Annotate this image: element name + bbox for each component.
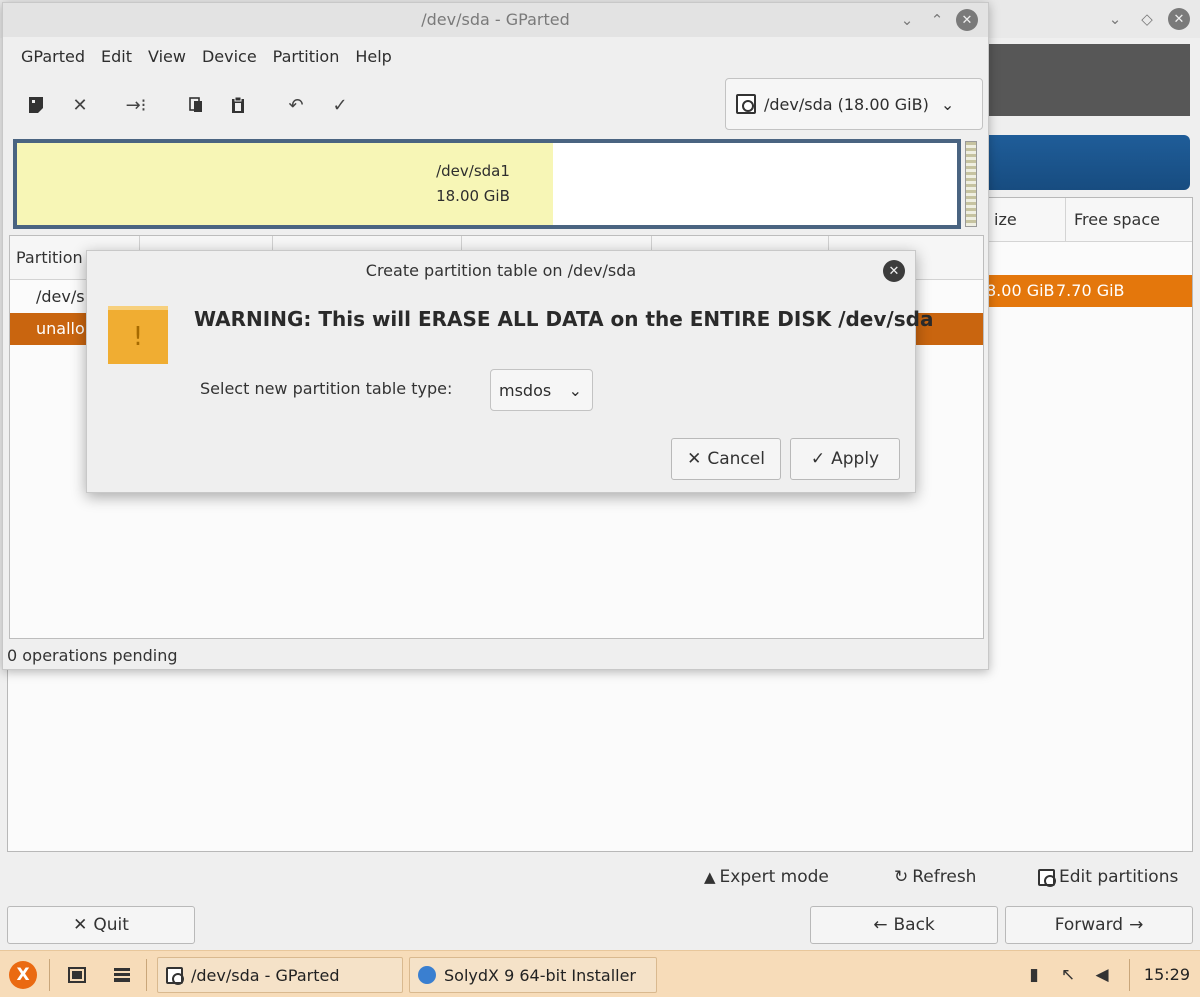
task-label: /dev/sda - GParted — [191, 965, 340, 985]
refresh-label: Refresh — [912, 867, 977, 887]
dialog-title: Create partition table on /dev/sda — [365, 261, 637, 280]
start-menu-icon[interactable]: X — [9, 961, 37, 989]
copy-icon[interactable] — [181, 91, 211, 119]
maximize-icon[interactable]: ◇ — [1136, 8, 1158, 30]
dialog-titlebar: Create partition table on /dev/sda ✕ — [87, 251, 915, 291]
cancel-label: Cancel — [707, 449, 765, 469]
clock[interactable]: 15:29 — [1144, 951, 1190, 997]
device-selector[interactable]: /dev/sda (18.00 GiB) ⌄ — [725, 78, 983, 130]
forward-button[interactable]: Forward → — [1005, 906, 1193, 944]
table-type-value: msdos — [499, 380, 552, 400]
back-label: Back — [893, 915, 935, 935]
edit-partitions-button[interactable]: Edit partitions — [1038, 862, 1178, 892]
installer-banner — [985, 44, 1190, 116]
solydx-icon — [418, 966, 436, 984]
warning-message: WARNING: This will ERASE ALL DATA on the… — [194, 307, 934, 331]
task-label: SolydX 9 64-bit Installer — [444, 965, 637, 985]
refresh-icon: ↻ — [894, 867, 909, 887]
new-partition-icon[interactable] — [21, 91, 51, 119]
close-icon[interactable]: ✕ — [883, 260, 905, 282]
menu-view[interactable]: View — [140, 37, 194, 77]
disk-icon — [1038, 868, 1056, 887]
menu-help[interactable]: Help — [347, 37, 399, 77]
installer-footer-links: ▲ Expert mode ↻ Refresh Edit partitions — [0, 862, 1200, 892]
apply-label: Apply — [831, 449, 880, 469]
row-free-space: 7.70 GiB — [1056, 281, 1125, 300]
disk-map-scroll-handle[interactable] — [965, 141, 977, 227]
gparted-titlebar: /dev/sda - GParted ⌄ ⌃ ✕ — [3, 3, 988, 37]
apply-button[interactable]: ✓ Apply — [790, 438, 900, 480]
arrow-left-icon: ← — [873, 915, 888, 935]
taskbar-separator — [146, 959, 147, 991]
taskbar: X /dev/sda - GParted SolydX 9 64-bit Ins… — [0, 950, 1200, 997]
close-icon[interactable]: ✕ — [956, 9, 978, 31]
quit-label: Quit — [93, 915, 129, 935]
delete-icon[interactable]: ✕ — [65, 91, 95, 119]
row-partition: unallo — [36, 319, 85, 338]
menu-edit[interactable]: Edit — [93, 37, 140, 77]
menu-bar: GParted Edit View Device Partition Help — [3, 37, 988, 77]
disk-map[interactable]: /dev/sda1 18.00 GiB — [13, 139, 961, 229]
menu-device[interactable]: Device — [194, 37, 265, 77]
paste-icon[interactable] — [223, 91, 253, 119]
installer-window-controls: ⌄ ◇ ✕ — [1104, 8, 1190, 30]
expert-mode-button[interactable]: ▲ Expert mode — [704, 862, 829, 892]
undo-icon[interactable]: ↶ — [281, 91, 311, 119]
edit-partitions-label: Edit partitions — [1059, 867, 1179, 887]
device-selector-label: /dev/sda (18.00 GiB) — [764, 94, 929, 114]
task-installer[interactable]: SolydX 9 64-bit Installer — [409, 957, 657, 993]
menu-gparted[interactable]: GParted — [13, 37, 93, 77]
partition-block-sda1[interactable]: /dev/sda1 18.00 GiB — [17, 143, 553, 225]
quit-button[interactable]: ✕ Quit — [7, 906, 195, 944]
table-type-select[interactable]: msdos ⌄ — [490, 369, 593, 411]
window-list-icon[interactable] — [109, 962, 135, 988]
gparted-window-controls: ⌄ ⌃ ✕ — [896, 9, 978, 31]
row-size: 8.00 GiB — [986, 281, 1055, 300]
arrow-right-icon: → — [1129, 915, 1144, 935]
maximize-icon[interactable]: ⌃ — [926, 9, 948, 31]
menu-partition[interactable]: Partition — [265, 37, 348, 77]
chevron-down-icon: ⌄ — [568, 380, 582, 400]
apply-icon[interactable]: ✓ — [325, 91, 355, 119]
disk-icon — [166, 966, 184, 985]
resize-move-icon[interactable]: →⁝ — [121, 91, 151, 119]
network-icon[interactable]: ↖ — [1056, 962, 1080, 988]
partition-name: /dev/sda1 — [436, 162, 510, 180]
volume-icon[interactable]: ◀ — [1090, 962, 1114, 988]
taskbar-separator — [49, 959, 50, 991]
refresh-button[interactable]: ↻ Refresh — [894, 862, 976, 892]
check-icon: ✓ — [810, 449, 826, 469]
column-size[interactable]: ize — [986, 198, 1017, 242]
expert-mode-label: Expert mode — [719, 867, 829, 887]
close-icon: ✕ — [687, 449, 702, 469]
window-title: /dev/sda - GParted — [421, 10, 570, 29]
disk-icon — [736, 94, 756, 114]
back-button[interactable]: ← Back — [810, 906, 998, 944]
warning-icon: ▲ — [704, 868, 716, 886]
taskbar-separator — [1129, 959, 1130, 991]
toolbar: ✕ →⁝ ↶ ✓ — [3, 83, 723, 127]
partition-size: 18.00 GiB — [436, 187, 510, 205]
close-icon: ✕ — [73, 915, 88, 935]
close-icon[interactable]: ✕ — [1168, 8, 1190, 30]
task-gparted[interactable]: /dev/sda - GParted — [157, 957, 403, 993]
minimize-icon[interactable]: ⌄ — [1104, 8, 1126, 30]
table-type-label: Select new partition table type: — [200, 379, 453, 398]
chevron-down-icon: ⌄ — [940, 94, 955, 114]
column-free-space[interactable]: Free space — [1066, 198, 1160, 242]
clipboard-icon[interactable]: ▮ — [1022, 962, 1046, 988]
cancel-button[interactable]: ✕ Cancel — [671, 438, 781, 480]
show-desktop-icon[interactable] — [64, 962, 90, 988]
installer-disk-bar — [985, 135, 1190, 190]
minimize-icon[interactable]: ⌄ — [896, 9, 918, 31]
forward-label: Forward — [1054, 915, 1124, 935]
status-bar: 0 operations pending — [7, 646, 178, 665]
column-partition[interactable]: Partition — [10, 236, 83, 280]
warning-icon: ! — [108, 306, 168, 364]
create-partition-table-dialog: Create partition table on /dev/sda ✕ ! W… — [86, 250, 933, 493]
row-partition: /dev/s — [36, 287, 85, 306]
